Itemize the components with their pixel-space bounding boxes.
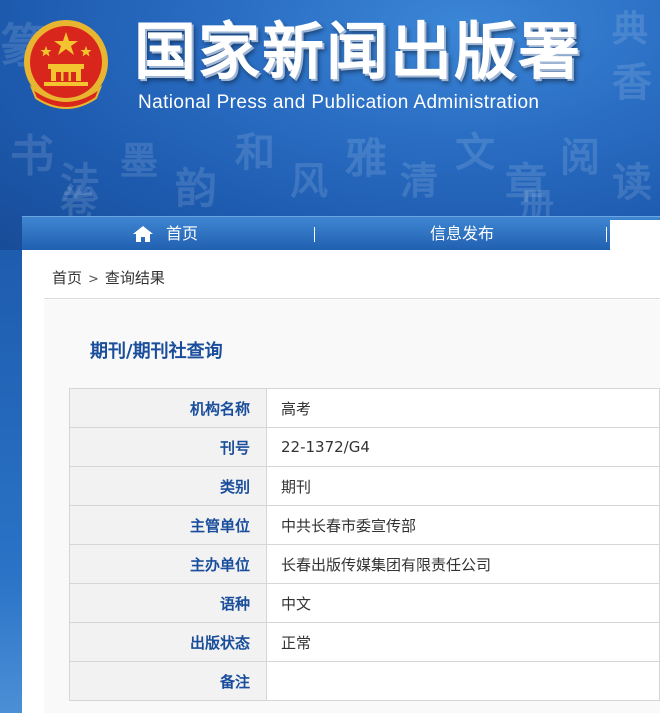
nav-item-info-release[interactable]: 信息发布: [430, 217, 494, 250]
table-row: 类别 期刊: [69, 466, 660, 506]
row-value: 22-1372/G4: [266, 427, 660, 467]
nav-home-label: 首页: [166, 224, 199, 243]
left-decorative-strip: [0, 250, 22, 713]
nav-item-highlight[interactable]: [610, 220, 660, 250]
breadcrumb-separator: >: [88, 272, 99, 287]
panel-title: 期刊/期刊社查询: [90, 341, 223, 362]
national-emblem-icon: [24, 20, 108, 109]
table-row: 主办单位 长春出版传媒集团有限责任公司: [69, 544, 660, 584]
row-value: [266, 661, 660, 701]
row-value: 高考: [266, 388, 660, 428]
breadcrumb-current: 查询结果: [104, 269, 165, 287]
nav-divider: [314, 227, 315, 242]
row-label: 刊号: [69, 427, 267, 467]
row-label: 语种: [69, 583, 267, 623]
row-value: 长春出版传媒集团有限责任公司: [266, 544, 660, 584]
row-label: 主办单位: [69, 544, 267, 584]
result-table: 机构名称 高考 刊号 22-1372/G4 类别 期刊 主管单位 中共长春市委宣…: [69, 388, 660, 701]
row-label: 备注: [69, 661, 267, 701]
row-label: 机构名称: [69, 388, 267, 428]
table-row: 语种 中文: [69, 583, 660, 623]
table-row: 备注: [69, 661, 660, 701]
row-label: 出版状态: [69, 622, 267, 662]
table-row: 刊号 22-1372/G4: [69, 427, 660, 467]
breadcrumb-home-link[interactable]: 首页: [52, 269, 82, 287]
nav-divider: [606, 227, 607, 242]
home-icon: [133, 226, 153, 242]
main-content: 首页 > 查询结果 期刊/期刊社查询 机构名称 高考 刊号 22-1372/G4 类…: [22, 250, 660, 713]
breadcrumb: 首页 > 查询结果: [52, 268, 165, 288]
row-label: 类别: [69, 466, 267, 506]
row-value: 正常: [266, 622, 660, 662]
breadcrumb-divider: [44, 298, 660, 299]
table-row: 出版状态 正常: [69, 622, 660, 662]
table-row: 主管单位 中共长春市委宣传部: [69, 505, 660, 545]
row-value: 期刊: [266, 466, 660, 506]
row-label: 主管单位: [69, 505, 267, 545]
nav-item-home[interactable]: 首页: [132, 217, 198, 250]
site-title-english: National Press and Publication Administr…: [138, 92, 540, 113]
table-row: 机构名称 高考: [69, 388, 660, 428]
row-value: 中共长春市委宣传部: [266, 505, 660, 545]
row-value: 中文: [266, 583, 660, 623]
site-title-chinese: 国家新闻出版署: [134, 15, 583, 88]
site-header: 篆 书 法 墨 韵 和 风 雅 清 文 章 阅 读 香 典 卷 册 国家新闻出版…: [0, 0, 660, 250]
main-navigation: 首页 信息发布: [22, 216, 660, 250]
